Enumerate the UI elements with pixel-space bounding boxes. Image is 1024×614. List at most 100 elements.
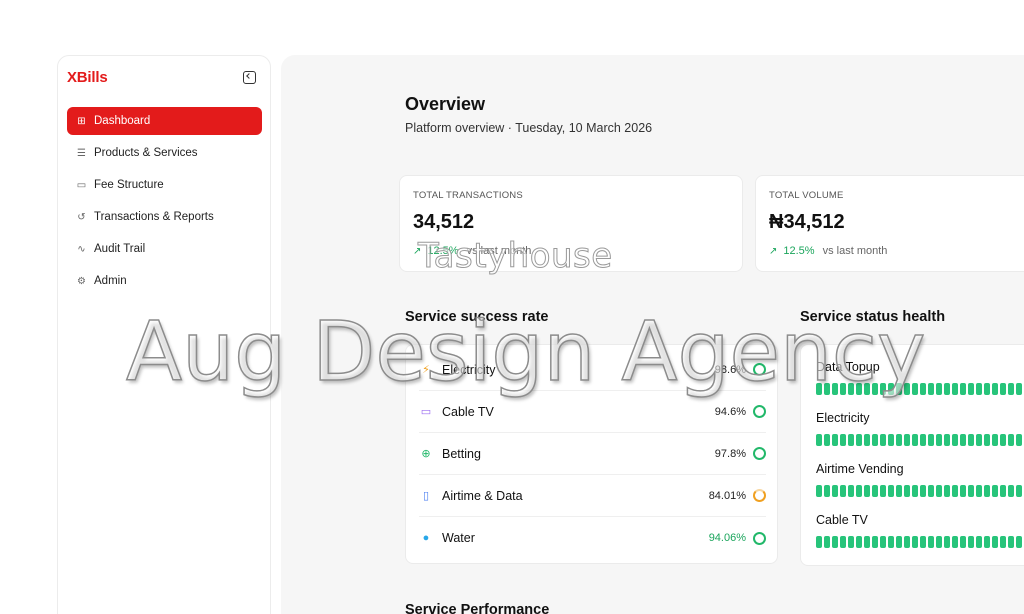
health-segment: [920, 536, 926, 548]
health-segment: [936, 383, 942, 395]
sidebar-item-label: Fee Structure: [94, 179, 164, 191]
health-segment: [992, 383, 998, 395]
collapse-sidebar-icon[interactable]: [243, 71, 256, 84]
history-icon: ↺: [77, 211, 86, 223]
health-segment: [832, 485, 838, 497]
stat-label: TOTAL VOLUME: [769, 190, 844, 201]
health-segment: [840, 536, 846, 548]
health-item: Airtime Vending: [816, 462, 1024, 497]
health-segment: [936, 485, 942, 497]
health-segment: [816, 434, 822, 446]
health-segment: [888, 485, 894, 497]
health-segment: [848, 434, 854, 446]
health-segment: [824, 434, 830, 446]
health-segment: [952, 536, 958, 548]
list-item[interactable]: ● Water 94.06%: [419, 517, 766, 559]
health-segment: [920, 434, 926, 446]
stat-label: TOTAL TRANSACTIONS: [413, 190, 523, 201]
list-item[interactable]: ▯ Airtime & Data 84.01%: [419, 475, 766, 517]
health-segment: [856, 485, 862, 497]
progress-ring-icon: [753, 489, 766, 502]
sidebar-item-audit-trail[interactable]: ∿ Audit Trail: [67, 235, 262, 263]
health-segment: [880, 536, 886, 548]
sidebar-item-label: Transactions & Reports: [94, 211, 214, 223]
watermark-large: Aug Design Agency: [125, 304, 926, 401]
health-segment: [976, 434, 982, 446]
server-icon: ☰: [77, 147, 86, 159]
health-segment: [848, 536, 854, 548]
health-segment: [984, 536, 990, 548]
sidebar-item-transactions-reports[interactable]: ↺ Transactions & Reports: [67, 203, 262, 231]
health-segment: [1016, 383, 1022, 395]
health-segment: [920, 485, 926, 497]
health-bar: [816, 434, 1024, 446]
service-rate: 97.8%: [714, 447, 746, 460]
health-segment: [976, 485, 982, 497]
health-segment: [928, 536, 934, 548]
health-segment: [872, 485, 878, 497]
health-segment: [952, 434, 958, 446]
delta-value: 12.5%: [783, 245, 815, 257]
sidebar-item-dashboard[interactable]: ⊞ Dashboard: [67, 107, 262, 135]
health-segment: [976, 536, 982, 548]
health-segment: [864, 485, 870, 497]
health-segment: [864, 434, 870, 446]
health-segment: [928, 434, 934, 446]
phone-icon: ▯: [422, 489, 430, 502]
sidebar-item-label: Products & Services: [94, 147, 198, 159]
service-rate: 84.01%: [708, 489, 746, 502]
sidebar-item-label: Admin: [94, 275, 127, 287]
health-segment: [1016, 536, 1022, 548]
health-segment: [872, 434, 878, 446]
card-icon: ▭: [76, 179, 87, 191]
health-segment: [1008, 485, 1014, 497]
health-segment: [936, 434, 942, 446]
sidebar-item-fee-structure[interactable]: ▭ Fee Structure: [67, 171, 262, 199]
sidebar-item-admin[interactable]: ⚙ Admin: [67, 267, 262, 295]
trend-up-icon: ↗: [769, 245, 778, 257]
health-segment: [960, 485, 966, 497]
service-name: Betting: [442, 446, 481, 461]
health-segment: [944, 536, 950, 548]
service-rate: 94.6%: [714, 405, 746, 418]
health-segment: [832, 536, 838, 548]
health-segment: [936, 536, 942, 548]
health-segment: [984, 383, 990, 395]
health-segment: [848, 485, 854, 497]
watermark-small: Tastyhouse: [418, 236, 613, 277]
health-segment: [928, 383, 934, 395]
brand-logo[interactable]: XBills: [67, 69, 108, 86]
health-service-name: Electricity: [816, 411, 870, 425]
health-segment: [968, 485, 974, 497]
sidebar-item-label: Audit Trail: [94, 243, 146, 255]
health-segment: [968, 383, 974, 395]
health-segment: [952, 383, 958, 395]
health-segment: [912, 536, 918, 548]
health-segment: [816, 536, 822, 548]
health-segment: [872, 536, 878, 548]
service-rate: 94.06%: [708, 532, 746, 544]
health-segment: [944, 383, 950, 395]
list-item[interactable]: ⊕ Betting 97.8%: [419, 433, 766, 475]
page-subtitle: Platform overview · Tuesday, 10 March 20…: [405, 121, 653, 135]
sidebar-item-label: Dashboard: [94, 115, 151, 127]
health-segment: [912, 434, 918, 446]
health-service-name: Cable TV: [816, 513, 868, 527]
health-segment: [896, 485, 902, 497]
service-name: Cable TV: [442, 404, 494, 419]
health-segment: [960, 536, 966, 548]
health-segment: [824, 485, 830, 497]
health-segment: [888, 434, 894, 446]
page-title: Overview: [405, 94, 486, 114]
health-segment: [1008, 536, 1014, 548]
health-segment: [856, 536, 862, 548]
health-segment: [1016, 485, 1022, 497]
health-segment: [1000, 536, 1006, 548]
health-bar: [816, 485, 1024, 497]
health-segment: [960, 434, 966, 446]
health-item: Electricity: [816, 411, 1024, 446]
grid-icon: ⊞: [77, 115, 86, 127]
section-title-performance: Service Performance: [405, 602, 550, 614]
sidebar-item-products-services[interactable]: ☰ Products & Services: [67, 139, 262, 167]
stat-value: 34,512: [413, 211, 475, 233]
